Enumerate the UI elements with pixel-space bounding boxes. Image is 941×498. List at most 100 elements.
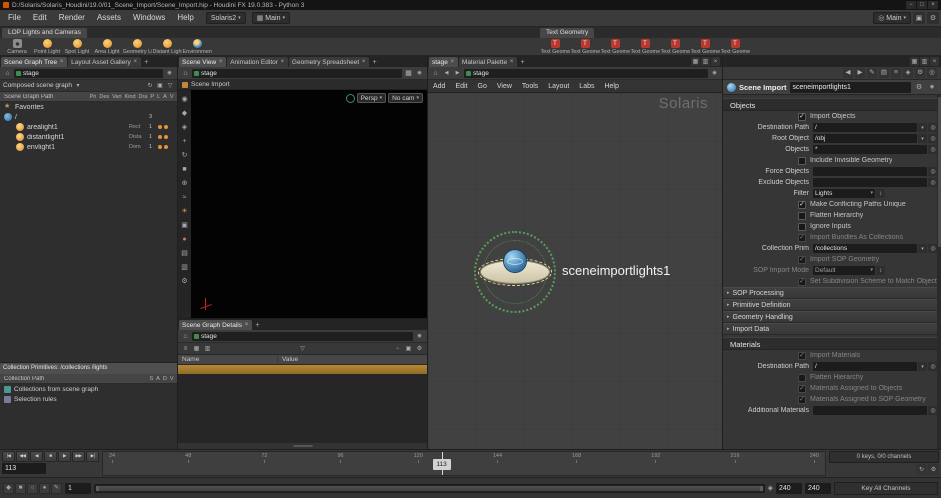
home-icon[interactable]: [3, 69, 12, 78]
status-tool-icon[interactable]: [27, 483, 38, 494]
scene-graph-row[interactable]: envlight1 Dom 1: [0, 142, 177, 152]
range-start-field[interactable]: 1: [65, 483, 91, 494]
pane-control-icon[interactable]: [920, 57, 929, 66]
minimize-icon[interactable]: [906, 1, 916, 9]
param-toolbar-icon[interactable]: [843, 68, 853, 78]
status-tool-icon[interactable]: [15, 483, 26, 494]
range-bar[interactable]: [96, 486, 763, 491]
menu-item[interactable]: File: [2, 10, 27, 26]
viewport-tool-icon[interactable]: [180, 234, 190, 244]
pane-tab[interactable]: Scene Graph Details: [179, 320, 252, 330]
pane-tab[interactable]: Material Palette: [459, 57, 517, 67]
viewport-tool-icon[interactable]: [180, 206, 190, 216]
pane-control-icon[interactable]: [910, 57, 919, 66]
pane-tab[interactable]: stage: [429, 57, 458, 67]
column-header-flag[interactable]: Kind: [123, 94, 137, 100]
path-field[interactable]: stage: [192, 69, 402, 78]
shelf-tool[interactable]: Distant Light: [152, 38, 182, 55]
projection-dropdown[interactable]: Persp: [357, 93, 387, 103]
shelf-tool[interactable]: Text Geometry: [660, 38, 690, 55]
pane-tab[interactable]: Scene View: [179, 57, 226, 67]
viewport-tool-icon[interactable]: [180, 150, 190, 160]
parameter-field[interactable]: /: [813, 362, 917, 371]
network-menu-item[interactable]: Tools: [517, 83, 543, 90]
viewport-tool-icon[interactable]: [180, 108, 190, 118]
menu-arrow-icon[interactable]: [918, 123, 927, 132]
timeline[interactable]: 24487296120144168192216240 113: [102, 451, 826, 476]
menu-arrow-icon[interactable]: [918, 134, 927, 143]
close-icon[interactable]: [361, 59, 366, 65]
pane-control-icon[interactable]: [701, 57, 710, 66]
menu-item[interactable]: Edit: [27, 10, 53, 26]
active-toggle-icon[interactable]: [164, 135, 168, 139]
global-range-end-field[interactable]: 240: [805, 483, 831, 494]
visible-toggle-icon[interactable]: [158, 125, 162, 129]
menu-item[interactable]: Windows: [127, 10, 171, 26]
parameter-checkbox[interactable]: [798, 385, 806, 393]
layout-icon[interactable]: [404, 69, 413, 78]
column-header-flag[interactable]: P: [149, 94, 156, 100]
new-tab-button[interactable]: [518, 57, 527, 67]
pane-tab[interactable]: Scene Graph Tree: [1, 57, 67, 67]
viewport-tool-icon[interactable]: [180, 164, 190, 174]
param-toolbar-icon[interactable]: [879, 68, 889, 78]
node-name-field[interactable]: sceneimportlights1: [790, 82, 911, 93]
status-tool-icon[interactable]: [51, 483, 62, 494]
viewport-tool-icon[interactable]: [180, 192, 190, 202]
home-icon[interactable]: [181, 332, 190, 341]
viewport-tool-icon[interactable]: [180, 220, 190, 230]
parameter-checkbox[interactable]: [798, 256, 806, 264]
workspace-selector[interactable]: Main: [252, 12, 290, 24]
active-toggle-icon[interactable]: [164, 145, 168, 149]
scene-graph-row[interactable]: arealight1 Rect 1: [0, 122, 177, 132]
pane-control-icon[interactable]: [691, 57, 700, 66]
collapsed-section[interactable]: Import Data: [723, 323, 941, 335]
menu-item[interactable]: Render: [53, 10, 91, 26]
param-toolbar-icon[interactable]: [915, 68, 925, 78]
new-tab-button[interactable]: [142, 57, 151, 67]
network-menu-item[interactable]: Edit: [450, 83, 472, 90]
parameter-checkbox[interactable]: [798, 212, 806, 220]
keys-info-button[interactable]: 0 keys, 0/0 channels: [829, 451, 939, 463]
parameter-field[interactable]: /collections: [813, 244, 917, 253]
camera-dropdown[interactable]: No cam: [388, 93, 423, 103]
shelf-tool[interactable]: Spot Light: [62, 38, 92, 55]
section-header-materials[interactable]: Materials: [723, 337, 941, 350]
pin-icon[interactable]: [710, 69, 719, 78]
parameter-checkbox[interactable]: [798, 157, 806, 165]
main-menu-selector[interactable]: Main: [873, 12, 911, 24]
column-header-path[interactable]: Scene Graph Path: [2, 94, 88, 100]
shelf-tool[interactable]: Point Light: [32, 38, 62, 55]
column-header-flag[interactable]: Pri: [88, 94, 98, 100]
collection-row[interactable]: Collections from scene graph: [0, 384, 177, 394]
column-header-flag[interactable]: Dra: [137, 94, 149, 100]
parameter-field[interactable]: Lights: [813, 189, 875, 198]
column-header-flag[interactable]: V: [168, 94, 175, 100]
column-header-collection-path[interactable]: Collection Path: [2, 376, 148, 382]
transport-button[interactable]: [86, 451, 99, 462]
pane-control-icon[interactable]: [930, 57, 939, 66]
menu-arrow-icon[interactable]: [918, 362, 927, 371]
parameter-checkbox[interactable]: [798, 396, 806, 404]
visible-toggle-icon[interactable]: [158, 145, 162, 149]
column-header-flag[interactable]: Des: [98, 94, 111, 100]
back-icon[interactable]: [442, 69, 451, 78]
shelf-tab-text-geometry[interactable]: Text Geometry: [540, 28, 594, 38]
shelf-tool[interactable]: Text Geometry: [540, 38, 570, 55]
viewport-tool-icon[interactable]: [180, 136, 190, 146]
path-field[interactable]: stage: [14, 69, 163, 78]
pin-icon[interactable]: [415, 332, 424, 341]
column-header-flag[interactable]: A: [162, 94, 169, 100]
pin-icon[interactable]: [165, 69, 174, 78]
key-all-channels-button[interactable]: Key All Channels: [834, 482, 938, 495]
column-header-flag[interactable]: A: [155, 376, 162, 382]
transport-button[interactable]: [30, 451, 43, 462]
scene-graph-row[interactable]: distantlight1 Dista 1: [0, 132, 177, 142]
viewport-tool-icon[interactable]: [180, 262, 190, 272]
network-menu-item[interactable]: Layout: [543, 83, 574, 90]
scene-graph-row[interactable]: / 3: [0, 112, 177, 122]
lock-range-icon[interactable]: [768, 485, 773, 492]
playback-range-slider[interactable]: [94, 484, 765, 493]
collapsed-section[interactable]: SOP Processing: [723, 287, 941, 299]
camera-icon[interactable]: [404, 344, 413, 353]
